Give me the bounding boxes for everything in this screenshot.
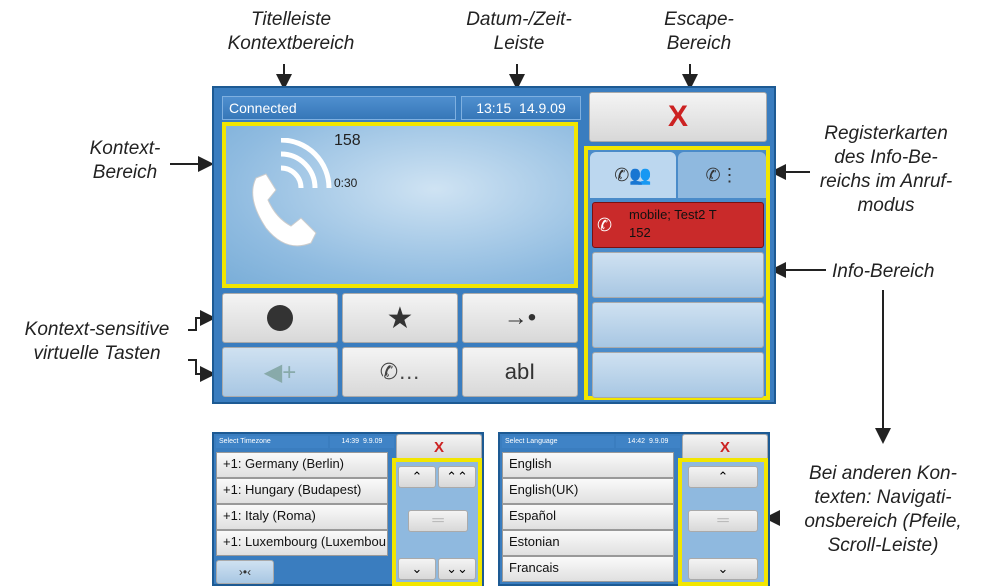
tab-call-list[interactable]: ✆⋮: [678, 152, 766, 198]
context-area: 158 0:30: [222, 122, 578, 288]
main-screen: Connected 13:15 14.9.09 X 158 0:30 ★ →• …: [212, 86, 776, 404]
timezone-title-bar: Select Timezone: [216, 436, 328, 448]
favorite-button[interactable]: ★: [342, 293, 458, 343]
timezone-screen: Select Timezone 14:39 9.9.09 X +1: Germa…: [212, 432, 484, 586]
transfer-button[interactable]: →•: [462, 293, 578, 343]
escape-button[interactable]: X: [589, 92, 767, 142]
scroll-down-button[interactable]: ⌄: [398, 558, 436, 580]
datetime-bar: 13:15 14.9.09: [461, 96, 581, 120]
label-info: Info-Bereich: [832, 261, 935, 282]
list-item[interactable]: +1: Italy (Roma): [216, 504, 388, 530]
handset-icon: ✆: [597, 215, 613, 235]
phone-options-button[interactable]: ✆…: [342, 347, 458, 397]
status-bar: Connected: [222, 96, 456, 120]
lang-escape-button[interactable]: X: [682, 434, 768, 460]
time-display: 13:15: [476, 100, 512, 116]
phone-handset-icon: [252, 138, 332, 247]
call-duration: 0:30: [334, 176, 358, 190]
handset-list-icon: ✆⋮: [705, 164, 739, 185]
list-item[interactable]: Francais: [502, 556, 674, 582]
page-up-button[interactable]: ⌃⌃: [438, 466, 476, 488]
info-call-entry[interactable]: ✆ mobile; Test2 T 152: [592, 202, 764, 248]
label-nav: Bei anderen Kon- texten: Navigati- onsbe…: [804, 463, 962, 556]
list-item[interactable]: Español: [502, 504, 674, 530]
arrow-dot-icon: →•: [503, 304, 537, 331]
speaker-plus-icon: ◀+: [263, 358, 297, 386]
volume-up-button[interactable]: ◀+: [222, 347, 338, 397]
label-context: Kontext- Bereich: [89, 138, 161, 183]
info-call-line2: 152: [629, 225, 651, 240]
lang-date: 9.9.09: [648, 438, 669, 445]
scroll-thumb[interactable]: ═: [688, 510, 758, 532]
tab-call-group[interactable]: ✆👥: [590, 152, 676, 198]
info-area: ✆👥 ✆⋮ ✆ mobile; Test2 T 152: [584, 146, 770, 400]
scroll-up-button[interactable]: ⌃: [688, 466, 758, 488]
text-cursor-icon: abI: [504, 359, 536, 384]
scroll-thumb[interactable]: ═: [408, 510, 468, 532]
info-call-line1: mobile; Test2 T: [629, 207, 717, 222]
tz-navigation-area: ⌃ ⌃⌃ ═ ⌄ ⌄⌄: [392, 458, 482, 586]
tz-time: 14:39: [341, 438, 360, 445]
tz-escape-button[interactable]: X: [396, 434, 482, 460]
language-datetime-bar: 14:42 9.9.09: [616, 436, 680, 448]
escape-x-icon: X: [433, 438, 444, 456]
tz-date: 9.9.09: [362, 438, 383, 445]
timezone-datetime-bar: 14:39 9.9.09: [330, 436, 394, 448]
page-down-button[interactable]: ⌄⌄: [438, 558, 476, 580]
info-slot-3[interactable]: [592, 302, 764, 348]
tz-action-button[interactable]: ›•‹: [216, 560, 274, 584]
star-icon: ★: [386, 301, 414, 335]
date-display: 14.9.09: [519, 100, 566, 116]
info-slot-4[interactable]: [592, 352, 764, 398]
scroll-up-button[interactable]: ⌃: [398, 466, 436, 488]
label-datetime: Datum-/Zeit- Leiste: [466, 9, 572, 54]
list-item[interactable]: English: [502, 452, 674, 478]
record-button[interactable]: [222, 293, 338, 343]
list-item[interactable]: English(UK): [502, 478, 674, 504]
language-screen: Select Language 14:42 9.9.09 X English E…: [498, 432, 770, 586]
handset-group-icon: ✆👥: [614, 164, 652, 185]
text-input-button[interactable]: abI: [462, 347, 578, 397]
info-slot-2[interactable]: [592, 252, 764, 298]
list-item[interactable]: Estonian: [502, 530, 674, 556]
escape-x-icon: X: [719, 438, 730, 456]
list-item[interactable]: +1: Hungary (Budapest): [216, 478, 388, 504]
label-keys: Kontext-sensitive virtuelle Tasten: [24, 319, 170, 364]
label-title-area: Titelleiste Kontextbereich: [227, 9, 355, 54]
call-number: 158: [334, 132, 361, 149]
label-tabs: Registerkarten des Info-Be- reichs im An…: [819, 123, 953, 216]
lang-navigation-area: ⌃ ═ ⌄: [678, 458, 768, 586]
handset-dots-icon: ✆…: [379, 359, 421, 384]
scroll-down-button[interactable]: ⌄: [688, 558, 758, 580]
language-title-bar: Select Language: [502, 436, 614, 448]
list-item[interactable]: +1: Germany (Berlin): [216, 452, 388, 478]
label-escape: Escape- Bereich: [664, 9, 734, 54]
collapse-icon: ›•‹: [238, 565, 252, 579]
escape-x-icon: X: [667, 100, 688, 133]
lang-time: 14:42: [627, 438, 646, 445]
list-item[interactable]: +1: Luxembourg (Luxembou: [216, 530, 388, 556]
circle-icon: [267, 305, 293, 331]
